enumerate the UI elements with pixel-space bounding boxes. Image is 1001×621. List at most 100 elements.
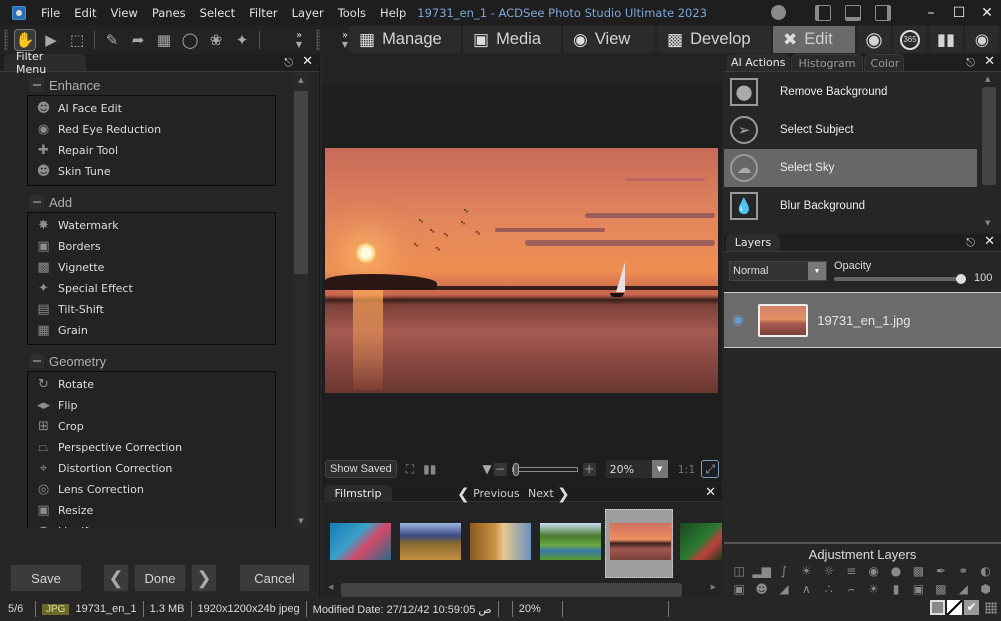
main-photo[interactable]: ∿ ∿ ∿ ∿ ∿ ∿ ∿ ∿ — [325, 148, 718, 393]
toggle-right-panel-icon[interactable] — [875, 4, 891, 21]
split-tone-icon[interactable]: ◢ — [956, 582, 971, 597]
tab-layers[interactable]: Layers — [726, 234, 780, 251]
radial-gradient-icon[interactable]: ▣ — [911, 582, 926, 597]
menu-select[interactable]: Select — [193, 6, 242, 20]
365-mode-button[interactable]: 365 — [893, 26, 927, 53]
filter-special-effect[interactable]: ✦ Special Effect — [28, 278, 275, 299]
lasso-icon[interactable]: ❀ — [205, 29, 227, 51]
filter-red-eye[interactable]: ◉ Red Eye Reduction — [28, 119, 275, 140]
ellipse-select-icon[interactable]: ◯ — [179, 29, 201, 51]
toolbar-grip[interactable] — [316, 28, 320, 51]
filmstrip-previous[interactable]: ❮ Previous — [457, 485, 520, 503]
contrast-icon[interactable]: ◐ — [978, 564, 993, 579]
transform-icon[interactable]: ▦ — [153, 29, 175, 51]
levels-icon[interactable]: ▂▆ — [752, 564, 770, 579]
tab-filmstrip[interactable]: Filmstrip — [324, 485, 392, 502]
filter-skin-tune[interactable]: ☻ Skin Tune — [28, 161, 275, 182]
filter-vignette[interactable]: ▩ Vignette — [28, 257, 275, 278]
chevron-down-icon[interactable]: ▼ — [808, 262, 826, 280]
mode-edit[interactable]: ✖ Edit — [773, 26, 855, 53]
private-folder-button[interactable]: ◉ — [965, 26, 999, 53]
tab-color[interactable]: Color — [863, 54, 904, 71]
filter-repair-tool[interactable]: ✚ Repair Tool — [28, 140, 275, 161]
scrollbar-thumb[interactable] — [982, 87, 996, 185]
zoom-slider-knob[interactable] — [512, 462, 519, 476]
close-panel-icon[interactable]: ✕ — [984, 234, 995, 249]
sliders-icon[interactable]: ≡ — [844, 564, 859, 579]
scrollbar-thumb[interactable] — [294, 91, 308, 274]
blend-mode-select[interactable]: Normal ▼ — [729, 261, 827, 281]
histogram-icon[interactable]: ▮▮ — [423, 462, 436, 476]
color-lut-icon[interactable]: ▩ — [911, 564, 926, 579]
mode-media[interactable]: ▣ Media — [463, 26, 561, 53]
sunrise-icon[interactable]: ☀ — [866, 582, 881, 597]
ai-actions-scrollbar[interactable]: ▲ ▼ — [981, 73, 997, 229]
pin-icon[interactable]: ⎋ — [966, 56, 975, 70]
toggle-bottom-panel-icon[interactable] — [845, 4, 861, 21]
tab-filter-menu[interactable]: Filter Menu — [4, 50, 86, 76]
filter-flip[interactable]: ◂▸ Flip — [28, 395, 275, 416]
menu-layer[interactable]: Layer — [285, 6, 331, 20]
tab-ai-actions[interactable]: AI Actions — [726, 54, 791, 71]
filter-borders[interactable]: ▣ Borders — [28, 236, 275, 257]
toolbar-overflow-1[interactable]: » ▼ — [286, 30, 312, 49]
mode-develop[interactable]: ▩ Develop — [657, 26, 771, 53]
exposure-icon[interactable]: ◫ — [732, 564, 747, 579]
opacity-slider-knob[interactable] — [956, 274, 966, 284]
filter-ai-face-edit[interactable]: ☻ AI Face Edit — [28, 98, 275, 119]
zoom-presets-icon[interactable]: ▼ — [482, 462, 491, 476]
tab-histogram[interactable]: Histogram — [791, 54, 863, 71]
group-header-geometry[interactable]: Geometry — [30, 351, 318, 371]
zoom-in-button[interactable]: + — [582, 462, 596, 476]
ai-action-select-subject[interactable]: ➢ Select Subject — [724, 111, 977, 149]
close-filmstrip-icon[interactable]: ✕ — [705, 485, 716, 500]
ai-action-remove-background[interactable]: ⬤ Remove Background — [724, 73, 977, 111]
zoom-combo[interactable]: 20% ▼ — [605, 460, 668, 478]
ai-action-select-sky[interactable]: ☁ Select Sky — [724, 149, 977, 187]
scroll-up-icon[interactable]: ▲ — [985, 75, 990, 83]
brush-select-icon[interactable]: ✎ — [101, 29, 123, 51]
thumbnail-coral-reef[interactable] — [330, 523, 391, 560]
collapse-icon[interactable] — [30, 195, 44, 209]
filter-rotate[interactable]: ↻ Rotate — [28, 374, 275, 395]
scrollbar-thumb[interactable] — [341, 583, 682, 597]
photo-filter-icon[interactable]: ▣ — [732, 582, 747, 597]
pyramid-icon[interactable]: ∧ — [799, 582, 814, 597]
dashboard-mode-button[interactable]: ▮▮ — [929, 26, 963, 53]
thumbnail-flowers[interactable] — [680, 523, 722, 560]
thumbnail-autumn-river[interactable] — [470, 523, 531, 560]
color-balance-icon[interactable]: ● — [889, 564, 904, 579]
marquee-select-icon[interactable]: ⬚ — [66, 29, 88, 51]
visibility-eye-icon[interactable]: ◉ — [732, 312, 744, 328]
filter-list-scrollbar[interactable]: ▲ ▼ — [293, 73, 309, 528]
polygon-lasso-icon[interactable]: ➦ — [127, 29, 149, 51]
collapse-icon[interactable] — [30, 354, 44, 368]
filter-resize[interactable]: ▣ Resize — [28, 500, 275, 521]
filter-watermark[interactable]: ✸ Watermark — [28, 215, 275, 236]
menu-tools[interactable]: Tools — [331, 6, 373, 20]
menu-panes[interactable]: Panes — [145, 6, 193, 20]
previous-button[interactable]: ❮ — [103, 564, 129, 592]
minimize-button[interactable]: – — [921, 5, 941, 21]
blend-icon[interactable]: ⚭ — [956, 564, 971, 579]
contrast-mask-icon[interactable] — [947, 600, 962, 615]
close-panel-icon[interactable]: ✕ — [984, 54, 995, 69]
zoom-slider[interactable] — [511, 462, 578, 476]
zoom-out-button[interactable]: − — [493, 462, 507, 476]
linear-gradient-icon[interactable]: ▩ — [933, 582, 948, 597]
scroll-right-icon[interactable]: ▶ — [711, 583, 716, 591]
fit-to-window-button[interactable]: ⤢ — [701, 460, 720, 478]
magic-wand-icon[interactable]: ✦ — [231, 29, 253, 51]
save-button[interactable]: Save — [10, 564, 82, 592]
group-header-enhance[interactable]: Enhance — [30, 75, 318, 95]
close-panel-icon[interactable]: ✕ — [302, 54, 313, 69]
maximize-button[interactable]: ☐ — [949, 5, 969, 21]
toggle-left-panel-icon[interactable] — [815, 4, 831, 21]
menu-view[interactable]: View — [104, 6, 145, 20]
scroll-up-icon[interactable]: ▲ — [293, 73, 309, 87]
show-saved-button[interactable]: Show Saved — [325, 460, 397, 478]
menu-file[interactable]: File — [34, 6, 67, 20]
filter-lens-correction[interactable]: ◎ Lens Correction — [28, 479, 275, 500]
menu-filter[interactable]: Filter — [242, 6, 284, 20]
hand-tool-icon[interactable]: ✋ — [14, 28, 36, 51]
